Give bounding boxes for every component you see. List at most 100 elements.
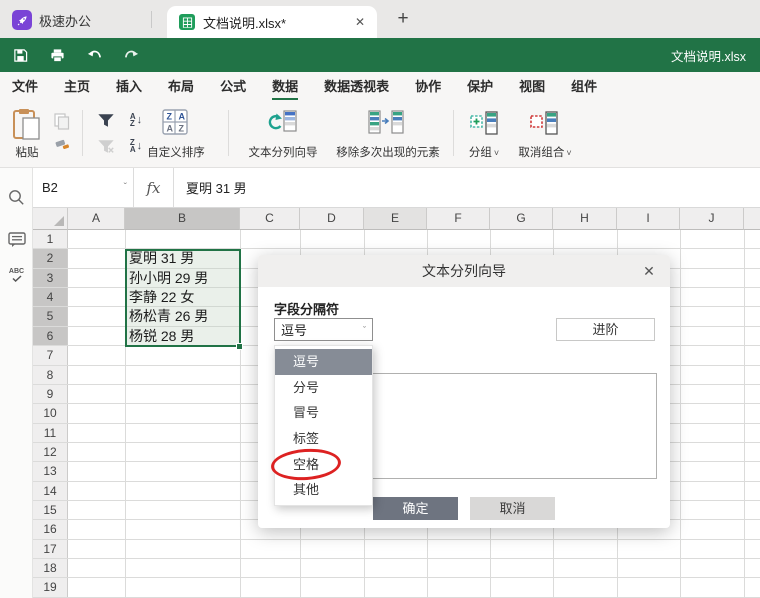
ungroup-label[interactable]: 取消组合 ˅ — [514, 144, 576, 160]
dropdown-option-tab[interactable]: 标签 — [275, 426, 372, 452]
row-header[interactable]: 14 — [33, 481, 68, 501]
new-tab-button[interactable]: + — [392, 8, 414, 30]
chevron-down-icon[interactable]: ˇ — [124, 182, 127, 193]
column-header-partial[interactable] — [744, 208, 760, 230]
tab-divider — [151, 11, 152, 28]
row-header[interactable]: 9 — [33, 384, 68, 404]
column-header-g[interactable]: G — [490, 208, 553, 230]
column-header-i[interactable]: I — [617, 208, 680, 230]
sort-ascending-icon[interactable]: A Z ↓ — [126, 111, 146, 129]
clear-filter-icon[interactable] — [96, 137, 116, 155]
search-icon[interactable] — [7, 188, 26, 207]
row-header[interactable]: 17 — [33, 539, 68, 559]
delimiter-select[interactable]: 逗号 ˇ — [274, 318, 373, 341]
name-box[interactable]: B2 ˇ — [33, 168, 134, 207]
grid-row[interactable]: 1 — [33, 230, 760, 250]
text-to-columns-label[interactable]: 文本分列向导 — [242, 144, 324, 160]
menu-components[interactable]: 组件 — [571, 72, 597, 101]
format-painter-icon[interactable] — [52, 138, 72, 156]
grid-row[interactable]: 19 — [33, 578, 760, 598]
filter-icon[interactable] — [96, 111, 116, 129]
grid-row[interactable]: 17 — [33, 539, 760, 560]
menu-view[interactable]: 视图 — [519, 72, 545, 101]
row-header[interactable]: 6 — [33, 326, 68, 346]
row-header[interactable]: 19 — [33, 578, 68, 597]
redo-icon[interactable] — [121, 45, 141, 65]
menu-formulas[interactable]: 公式 — [220, 72, 246, 101]
paste-icon[interactable] — [12, 108, 42, 142]
row-header[interactable]: 4 — [33, 288, 68, 307]
remove-duplicates-label[interactable]: 移除多次出现的元素 — [333, 144, 443, 160]
row-header[interactable]: 15 — [33, 501, 68, 520]
advanced-button[interactable]: 进阶 — [556, 318, 655, 341]
paste-label[interactable]: 粘贴 — [8, 144, 46, 160]
ribbon-divider — [453, 110, 454, 156]
left-sidebar: ABC — [0, 168, 33, 598]
dialog-title-bar[interactable]: 文本分列向导 ✕ — [258, 255, 670, 287]
menu-home[interactable]: 主页 — [64, 72, 90, 101]
row-header[interactable]: 11 — [33, 423, 68, 442]
column-header-j[interactable]: J — [680, 208, 744, 230]
cancel-button[interactable]: 取消 — [470, 497, 555, 520]
row-header[interactable]: 1 — [33, 230, 68, 249]
row-header[interactable]: 7 — [33, 346, 68, 365]
copy-icon[interactable] — [52, 112, 72, 130]
menu-protect[interactable]: 保护 — [467, 72, 493, 101]
spellcheck-icon[interactable]: ABC — [7, 266, 26, 285]
dropdown-option-colon[interactable]: 冒号 — [275, 400, 372, 426]
group-label[interactable]: 分组 ˅ — [462, 144, 506, 160]
row-header[interactable]: 3 — [33, 268, 68, 288]
sort-descending-icon[interactable]: Z A ↓ — [126, 137, 146, 155]
fx-icon[interactable]: fx — [134, 168, 174, 207]
tab-close-icon[interactable]: ✕ — [355, 15, 365, 29]
row-header[interactable]: 16 — [33, 520, 68, 539]
app-name: 极速办公 — [39, 13, 92, 29]
menu-insert[interactable]: 插入 — [116, 72, 142, 101]
fill-handle[interactable] — [236, 342, 243, 350]
print-icon[interactable] — [47, 45, 67, 65]
ribbon-divider — [228, 110, 229, 156]
row-header[interactable]: 12 — [33, 442, 68, 462]
menu-collaborate[interactable]: 协作 — [415, 72, 441, 101]
grid-line-v — [680, 230, 681, 598]
remove-duplicates-icon[interactable] — [368, 109, 406, 137]
undo-icon[interactable] — [84, 45, 104, 65]
column-header-h[interactable]: H — [553, 208, 617, 230]
formula-content[interactable]: 夏明 31 男 — [174, 178, 760, 197]
row-header[interactable]: 5 — [33, 307, 68, 326]
dropdown-option-comma[interactable]: 逗号 — [275, 349, 372, 375]
app-home-chip[interactable]: 极速办公 — [12, 8, 91, 32]
grid-row[interactable]: 18 — [33, 559, 760, 579]
custom-sort-label[interactable]: 自定义排序 — [145, 144, 207, 160]
menu-data[interactable]: 数据 — [272, 72, 299, 101]
column-header-c[interactable]: C — [240, 208, 300, 230]
row-header[interactable]: 2 — [33, 249, 68, 268]
group-icon[interactable] — [470, 109, 498, 137]
row-header[interactable]: 10 — [33, 404, 68, 423]
text-to-columns-icon[interactable] — [266, 109, 298, 137]
save-icon[interactable] — [10, 45, 30, 65]
dialog-close-icon[interactable]: ✕ — [640, 262, 658, 280]
column-header-f[interactable]: F — [427, 208, 490, 230]
column-header-b[interactable]: B — [125, 208, 240, 230]
column-header-e[interactable]: E — [364, 208, 427, 230]
row-header[interactable]: 13 — [33, 462, 68, 481]
comment-icon[interactable] — [7, 230, 26, 249]
column-header-d[interactable]: D — [300, 208, 364, 230]
row-header[interactable]: 8 — [33, 365, 68, 384]
row-header[interactable]: 18 — [33, 559, 68, 578]
ungroup-icon[interactable] — [530, 109, 558, 137]
select-all-corner[interactable] — [33, 208, 68, 230]
menu-layout[interactable]: 布局 — [168, 72, 194, 101]
svg-text:A: A — [167, 124, 174, 134]
ok-button[interactable]: 确定 — [373, 497, 458, 520]
dropdown-option-other[interactable]: 其他 — [275, 477, 372, 503]
tab-bar: 极速办公 文档说明.xlsx* ✕ + — [0, 0, 760, 38]
column-header-a[interactable]: A — [68, 208, 125, 230]
document-tab[interactable]: 文档说明.xlsx* ✕ — [167, 6, 377, 38]
menu-file[interactable]: 文件 — [12, 72, 38, 101]
dropdown-option-semicolon[interactable]: 分号 — [275, 375, 372, 401]
menu-pivot-table[interactable]: 数据透视表 — [324, 72, 389, 101]
custom-sort-icon[interactable]: ZAAZ — [162, 109, 188, 135]
tab-title: 文档说明.xlsx* — [203, 15, 287, 31]
